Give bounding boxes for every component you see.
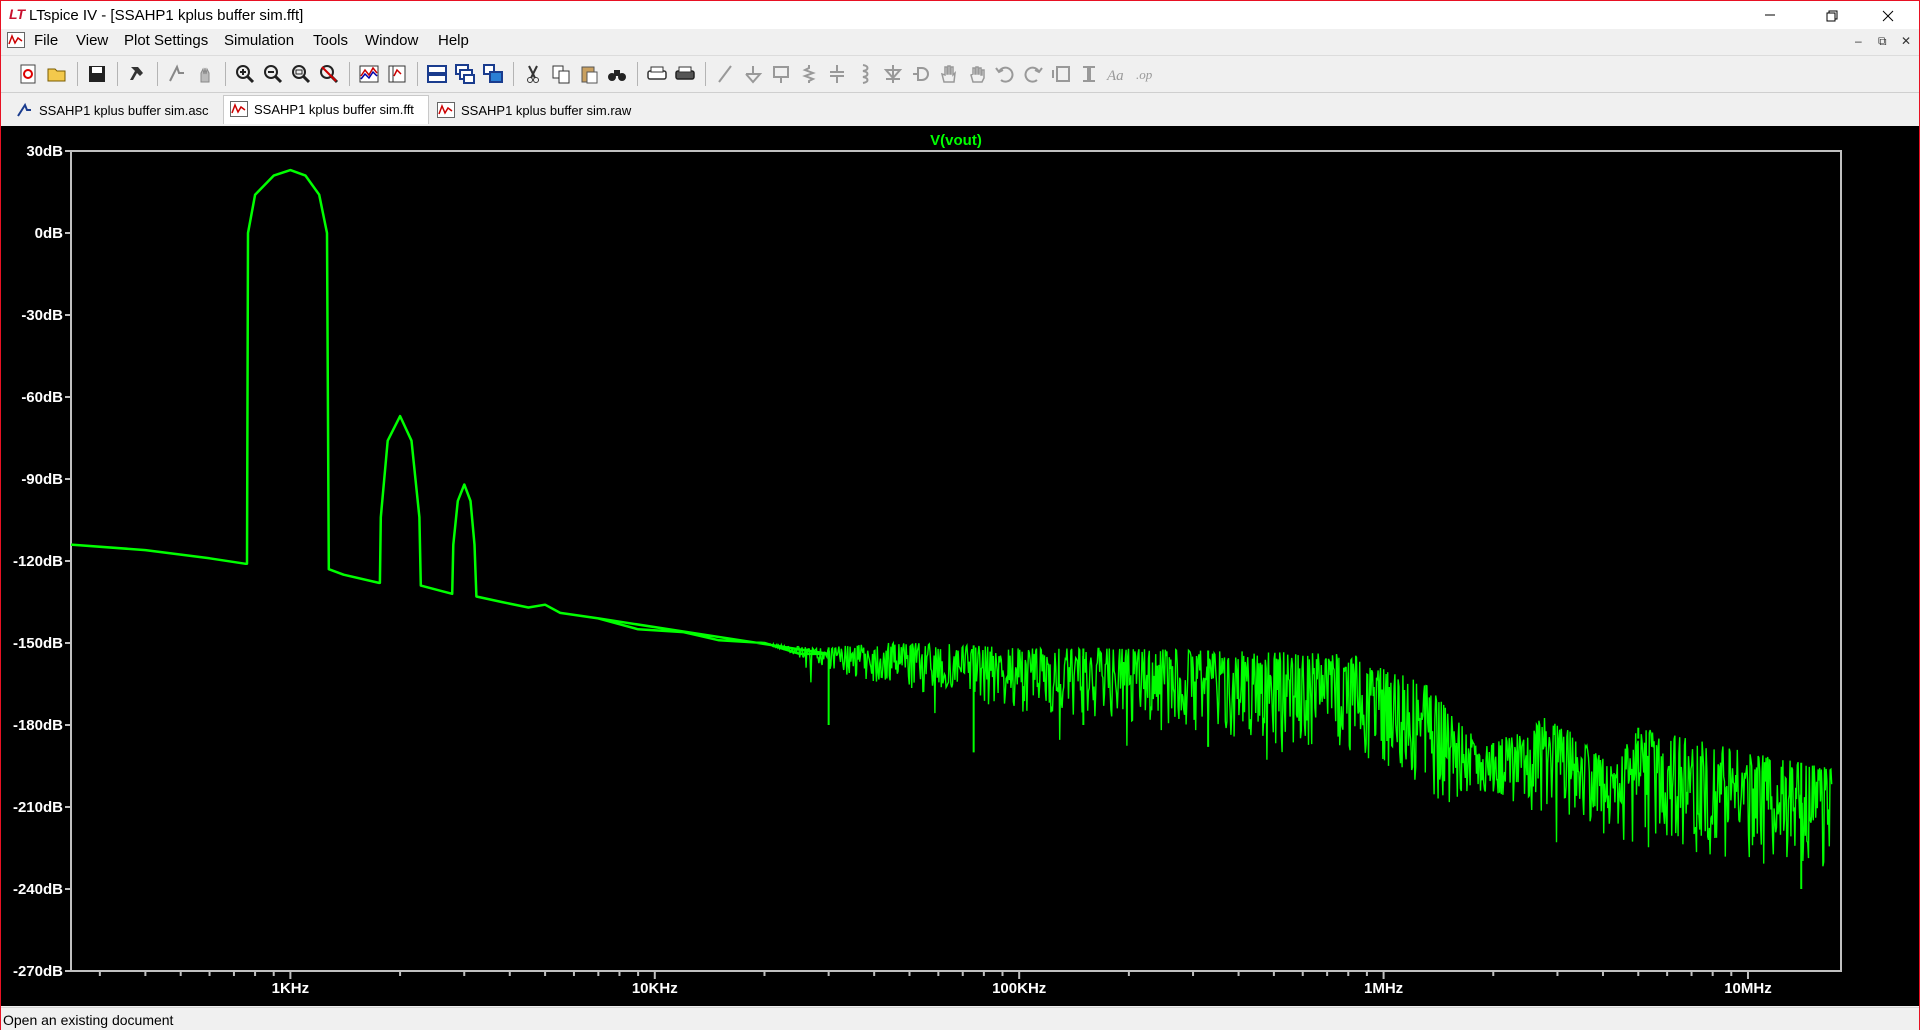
- menu-bar: File View Plot Settings Simulation Tools…: [1, 29, 1919, 53]
- svg-text:Aa: Aa: [1106, 68, 1124, 84]
- menu-simulation[interactable]: Simulation: [224, 32, 294, 49]
- y-tick-label: -90dB: [21, 471, 63, 488]
- tab-label: SSAHP1 kplus buffer sim.fft: [254, 102, 414, 117]
- y-tick-label: 30dB: [26, 143, 63, 160]
- restore-icon: [1826, 10, 1838, 22]
- tab-label: SSAHP1 kplus buffer sim.raw: [461, 103, 632, 118]
- label-icon[interactable]: [769, 62, 793, 86]
- y-tick-label: -150dB: [13, 635, 63, 652]
- trace-title[interactable]: V(vout): [930, 132, 982, 149]
- window-title: LTspice IV - [SSAHP1 kplus buffer sim.ff…: [29, 7, 304, 24]
- menu-help[interactable]: Help: [438, 32, 469, 49]
- new-schematic-icon[interactable]: [17, 62, 41, 86]
- waveform-document-icon[interactable]: [7, 32, 25, 48]
- minimize-icon: [1765, 14, 1775, 16]
- trace-vout-low: [70, 168, 830, 656]
- save-icon[interactable]: [85, 62, 109, 86]
- drag-icon[interactable]: [965, 62, 989, 86]
- window-close-button[interactable]: [1865, 1, 1911, 29]
- text-icon[interactable]: Aa: [1105, 62, 1129, 86]
- close-icon: [1882, 10, 1894, 22]
- waveform-icon: [437, 102, 455, 118]
- undo-icon[interactable]: [993, 62, 1017, 86]
- zoom-out-icon[interactable]: [261, 62, 285, 86]
- title-bar: LT LTspice IV - [SSAHP1 kplus buffer sim…: [1, 1, 1919, 29]
- tab-fft[interactable]: SSAHP1 kplus buffer sim.fft: [223, 95, 429, 124]
- ltspice-logo-icon: LT: [9, 6, 26, 22]
- component-icon[interactable]: [909, 62, 933, 86]
- status-bar: Open an existing document: [1, 1007, 1919, 1030]
- ground-icon[interactable]: [741, 62, 765, 86]
- x-tick-label: 10MHz: [1724, 980, 1772, 997]
- y-tick-label: -120dB: [13, 553, 63, 570]
- waveform-plot-pane[interactable]: 30dB 0dB -30dB -60dB -90dB -120dB -150dB -180dB…: [1, 126, 1919, 1006]
- halt-icon[interactable]: [193, 62, 217, 86]
- open-icon[interactable]: [45, 62, 69, 86]
- window-minimize-button[interactable]: [1747, 1, 1793, 29]
- mdi-minimize-button[interactable]: –: [1855, 34, 1862, 48]
- zoom-cancel-icon[interactable]: [317, 62, 341, 86]
- tab-label: SSAHP1 kplus buffer sim.asc: [39, 103, 209, 118]
- x-tick-label: 1MHz: [1364, 980, 1403, 997]
- window-restore-button[interactable]: [1809, 1, 1855, 29]
- cut-icon[interactable]: [521, 62, 545, 86]
- trace-layer: [70, 168, 1833, 889]
- mdi-close-button[interactable]: ✕: [1901, 34, 1911, 48]
- control-panel-icon[interactable]: [125, 62, 149, 86]
- y-tick-label: 0dB: [35, 225, 64, 242]
- spice-directive-icon[interactable]: .op: [1133, 62, 1157, 86]
- toolbar: Aa .op: [1, 55, 1919, 93]
- menu-window[interactable]: Window: [365, 32, 418, 49]
- menu-file[interactable]: File: [34, 32, 58, 49]
- redo-icon[interactable]: [1021, 62, 1045, 86]
- trace-vout-noise: [764, 640, 1833, 867]
- plot-setup-icon[interactable]: [385, 62, 409, 86]
- autorange-icon[interactable]: [357, 62, 381, 86]
- move-icon[interactable]: [937, 62, 961, 86]
- copy-icon[interactable]: [549, 62, 573, 86]
- run-icon[interactable]: [165, 62, 189, 86]
- y-tick-label: -240dB: [13, 881, 63, 898]
- y-tick-label: -180dB: [13, 717, 63, 734]
- x-axis: 1KHz 10KHz 100KHz 1MHz 10MHz: [98, 971, 1772, 997]
- y-tick-label: -30dB: [21, 307, 63, 324]
- y-tick-label: -60dB: [21, 389, 63, 406]
- find-icon[interactable]: [605, 62, 629, 86]
- status-text: Open an existing document: [3, 1012, 174, 1028]
- resistor-icon[interactable]: [797, 62, 821, 86]
- diode-icon[interactable]: [881, 62, 905, 86]
- tile-horizontal-icon[interactable]: [425, 62, 449, 86]
- menu-view[interactable]: View: [76, 32, 108, 49]
- y-axis: 30dB 0dB -30dB -60dB -90dB -120dB -150dB -180dB…: [13, 143, 71, 980]
- rotate-icon[interactable]: [1049, 62, 1073, 86]
- capacitor-icon[interactable]: [825, 62, 849, 86]
- fft-chart: 30dB 0dB -30dB -60dB -90dB -120dB -150dB -180dB…: [13, 132, 1842, 997]
- zoom-fit-icon[interactable]: [289, 62, 313, 86]
- y-tick-label: -210dB: [13, 799, 63, 816]
- inductor-icon[interactable]: [853, 62, 877, 86]
- schematic-icon: [17, 102, 31, 117]
- tile-vertical-icon[interactable]: [481, 62, 505, 86]
- zoom-in-icon[interactable]: [233, 62, 257, 86]
- menu-plot-settings[interactable]: Plot Settings: [124, 32, 208, 49]
- x-tick-label: 1KHz: [272, 980, 310, 997]
- plot-frame: [70, 150, 1842, 972]
- print-icon[interactable]: [673, 62, 697, 86]
- wire-icon[interactable]: [713, 62, 737, 86]
- tab-raw[interactable]: SSAHP1 kplus buffer sim.raw: [431, 97, 641, 123]
- y-tick-label: -270dB: [13, 963, 63, 980]
- waveform-icon: [230, 101, 248, 117]
- mdi-restore-button[interactable]: ⧉: [1878, 34, 1887, 49]
- print-preview-icon[interactable]: [645, 62, 669, 86]
- tab-schematic[interactable]: SSAHP1 kplus buffer sim.asc: [9, 97, 221, 123]
- x-tick-label: 10KHz: [632, 980, 678, 997]
- menu-tools[interactable]: Tools: [313, 32, 348, 49]
- svg-text:.op: .op: [1136, 67, 1153, 82]
- paste-icon[interactable]: [577, 62, 601, 86]
- document-tab-bar: SSAHP1 kplus buffer sim.asc SSAHP1 kplus…: [1, 95, 1919, 125]
- cascade-icon[interactable]: [453, 62, 477, 86]
- mirror-icon[interactable]: [1077, 62, 1101, 86]
- x-tick-label: 100KHz: [992, 980, 1046, 997]
